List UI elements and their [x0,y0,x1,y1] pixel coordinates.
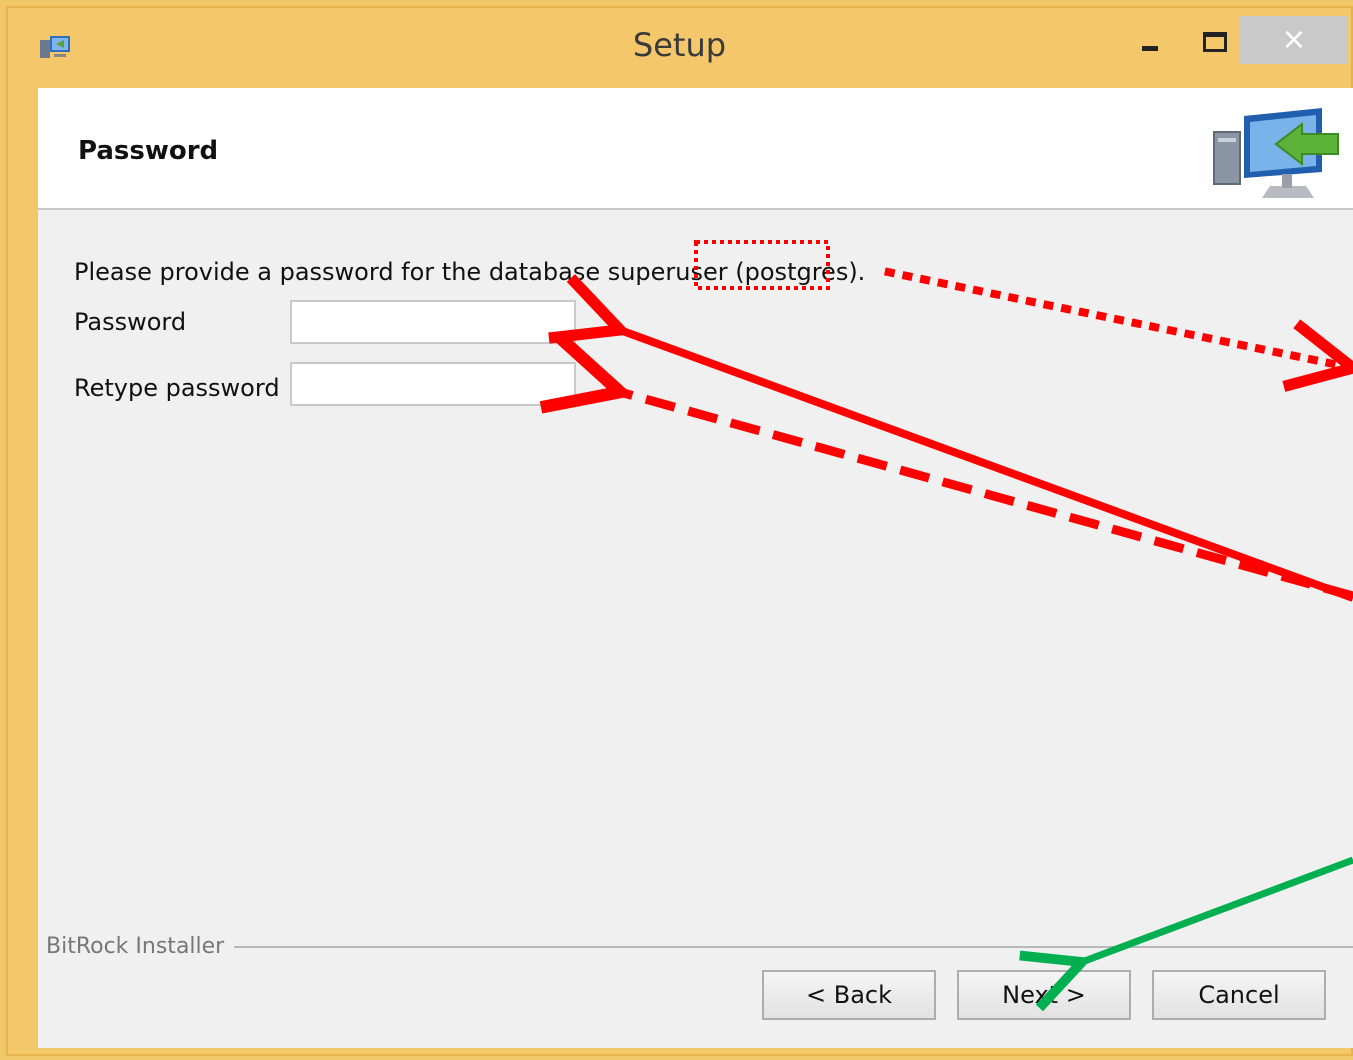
computer-arrow-icon [1213,108,1339,198]
password-prompt: Please provide a password for the databa… [74,258,866,286]
cancel-button[interactable]: Cancel [1152,970,1326,1020]
retype-password-label: Retype password [74,374,280,402]
next-button[interactable]: Next > [957,970,1131,1020]
minimize-button[interactable] [1126,16,1176,64]
setup-window: Setup × Password Please provide a passwo… [6,6,1353,1056]
back-button[interactable]: < Back [762,970,936,1020]
password-input[interactable] [290,300,576,344]
maximize-button[interactable] [1188,16,1238,64]
retype-password-input[interactable] [290,362,576,406]
password-label: Password [74,308,187,336]
installer-brand: BitRock Installer [46,934,225,959]
close-button[interactable]: × [1240,16,1348,64]
page-title: Password [78,136,219,166]
close-icon: × [1281,22,1307,57]
footer-divider [234,946,1353,948]
dialog-body: Password Please provide a password for t… [38,88,1353,1048]
title-bar[interactable]: Setup × [8,8,1351,86]
header-band: Password [38,88,1353,210]
